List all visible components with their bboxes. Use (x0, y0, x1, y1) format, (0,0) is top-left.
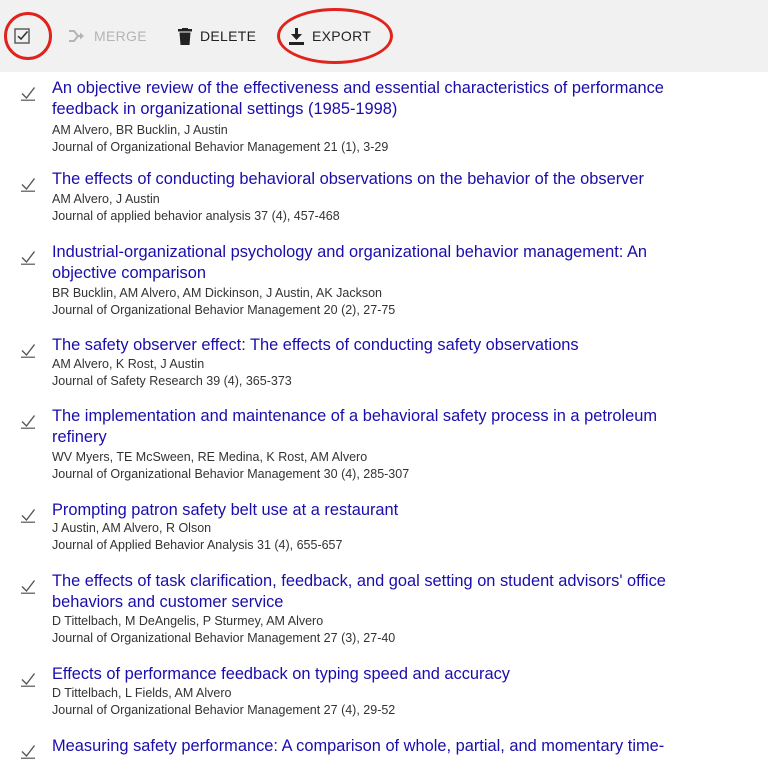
article-authors: J Austin, AM Alvero, R Olson (52, 521, 212, 535)
checkbox-checked-icon[interactable] (20, 413, 36, 429)
article-authors: BR Bucklin, AM Alvero, AM Dickinson, J A… (52, 286, 382, 300)
checkbox-checked-icon[interactable] (20, 249, 36, 265)
article-source: Journal of Applied Behavior Analysis 31 … (52, 538, 343, 552)
export-label: EXPORT (312, 28, 372, 44)
checkbox-checked-icon[interactable] (20, 578, 36, 594)
article-authors: AM Alvero, BR Bucklin, J Austin (52, 123, 228, 137)
checkbox-checked-icon[interactable] (20, 671, 36, 687)
select-all-checkbox[interactable] (14, 22, 30, 50)
checkbox-checked-icon[interactable] (20, 176, 36, 192)
article-source: Journal of Organizational Behavior Manag… (52, 140, 389, 154)
article-title-link[interactable]: The safety observer effect: The effects … (52, 335, 742, 356)
merge-button[interactable]: MERGE (68, 22, 147, 50)
article-source: Journal of Organizational Behavior Manag… (52, 303, 396, 317)
article-source: Journal of Safety Research 39 (4), 365-3… (52, 374, 292, 388)
article-title-link[interactable]: Industrial-organizational psychology and… (52, 242, 742, 284)
checkbox-checked-icon[interactable] (20, 743, 36, 759)
article-title-link[interactable]: Measuring safety performance: A comparis… (52, 736, 742, 757)
delete-button[interactable]: DELETE (178, 22, 256, 50)
download-icon (289, 27, 304, 45)
checkbox-checked-icon[interactable] (20, 342, 36, 358)
checkbox-checked-icon (14, 28, 30, 44)
merge-arrow-icon (68, 29, 86, 43)
merge-label: MERGE (94, 28, 147, 44)
export-button[interactable]: EXPORT (289, 22, 371, 50)
article-title-link[interactable]: The implementation and maintenance of a … (52, 406, 742, 448)
article-title-link[interactable]: An objective review of the effectiveness… (52, 78, 742, 120)
article-authors: AM Alvero, J Austin (52, 192, 160, 206)
checkbox-checked-icon[interactable] (20, 507, 36, 523)
article-authors: WV Myers, TE McSween, RE Medina, K Rost,… (52, 450, 368, 464)
article-source: Journal of Organizational Behavior Manag… (52, 631, 396, 645)
article-source: Journal of Organizational Behavior Manag… (52, 703, 396, 717)
article-title-link[interactable]: The effects of task clarification, feedb… (52, 571, 742, 613)
toolbar: MERGE DELETE EXPORT (0, 0, 768, 72)
article-authors: AM Alvero, K Rost, J Austin (52, 357, 205, 371)
article-title-link[interactable]: Prompting patron safety belt use at a re… (52, 500, 742, 521)
article-authors: D Tittelbach, M DeAngelis, P Sturmey, AM… (52, 614, 324, 628)
article-title-link[interactable]: Effects of performance feedback on typin… (52, 664, 742, 685)
delete-label: DELETE (200, 28, 257, 44)
article-authors: D Tittelbach, L Fields, AM Alvero (52, 686, 232, 700)
article-title-link[interactable]: The effects of conducting behavioral obs… (52, 169, 742, 190)
checkbox-checked-icon[interactable] (20, 85, 36, 101)
trash-icon (178, 27, 192, 45)
article-source: Journal of Organizational Behavior Manag… (52, 467, 410, 481)
article-source: Journal of applied behavior analysis 37 … (52, 209, 340, 223)
